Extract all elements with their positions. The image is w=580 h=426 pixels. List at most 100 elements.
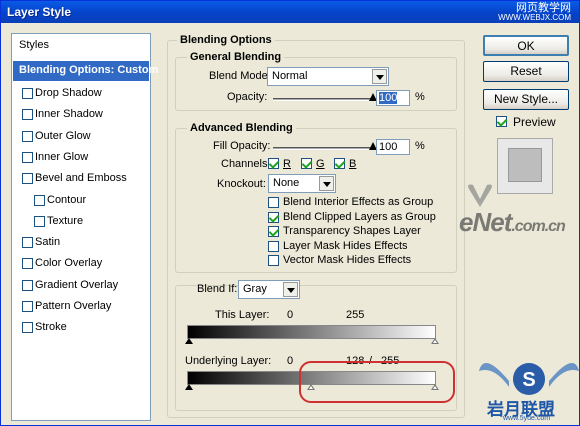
knockout-select[interactable]: None xyxy=(268,174,336,193)
blend-if-select[interactable]: Gray xyxy=(238,280,300,299)
opacity-value: 100 xyxy=(379,92,398,104)
svg-text:S: S xyxy=(522,369,535,391)
style-item[interactable]: Inner Glow xyxy=(13,148,149,168)
style-item[interactable]: Gradient Overlay xyxy=(13,276,149,296)
chevron-down-icon xyxy=(283,282,298,297)
style-item[interactable]: Satin xyxy=(13,233,149,253)
fill-opacity-unit: % xyxy=(415,140,425,152)
style-item-checkbox[interactable] xyxy=(22,109,33,121)
advanced-option-checkbox[interactable] xyxy=(268,240,279,252)
style-item[interactable]: Bevel and Emboss xyxy=(13,169,149,189)
advanced-option-checkbox[interactable] xyxy=(268,211,279,223)
advanced-option-label: Vector Mask Hides Effects xyxy=(283,254,412,266)
fill-opacity-value: 100 xyxy=(379,141,398,153)
blend-if-value: Gray xyxy=(243,283,267,295)
channel-b-label: B xyxy=(349,158,357,170)
reset-button[interactable]: Reset xyxy=(483,61,569,82)
style-item-label: Gradient Overlay xyxy=(35,278,119,291)
this-layer-gradient xyxy=(187,325,436,339)
advanced-option-checkbox[interactable] xyxy=(268,255,279,266)
opacity-unit: % xyxy=(415,91,425,103)
general-blending-title: General Blending xyxy=(187,51,285,63)
fill-opacity-label: Fill Opacity: xyxy=(213,140,271,152)
enet-suffix: .com.cn xyxy=(511,218,565,235)
ok-button[interactable]: OK xyxy=(483,35,569,56)
styles-list: Styles Blending Options: Custom Drop Sha… xyxy=(11,33,158,421)
opacity-input[interactable]: 100 xyxy=(376,90,410,106)
style-item-checkbox[interactable] xyxy=(22,279,33,291)
site-watermark: 网页教学网 WWW.WEBJX.COM xyxy=(498,3,571,23)
advanced-option-checkbox[interactable] xyxy=(268,197,279,208)
opacity-slider-track[interactable] xyxy=(273,98,373,101)
style-item-checkbox[interactable] xyxy=(34,215,45,227)
underlying-low: 0 xyxy=(287,355,294,367)
advanced-option-label: Transparency Shapes Layer xyxy=(283,225,421,237)
chevron-down-icon xyxy=(319,176,334,191)
title-bar[interactable]: Layer Style 网页教学网 WWW.WEBJX.COM xyxy=(1,1,579,23)
this-layer-high: 255 xyxy=(346,309,365,321)
opacity-label: Opacity: xyxy=(227,91,268,103)
style-item-label: Drop Shadow xyxy=(35,87,102,99)
this-layer-black-slider[interactable] xyxy=(185,338,193,344)
knockout-label: Knockout: xyxy=(217,178,266,190)
style-item-checkbox[interactable] xyxy=(22,173,33,185)
watermark-line2: WWW.WEBJX.COM xyxy=(498,13,571,22)
style-item-checkbox[interactable] xyxy=(22,322,33,334)
enet-watermark: eNet.com.cn xyxy=(459,207,566,238)
style-item-label: Pattern Overlay xyxy=(35,300,112,312)
advanced-blending-title: Advanced Blending xyxy=(187,122,296,134)
window-title: Layer Style xyxy=(7,5,72,19)
this-layer-low: 0 xyxy=(287,309,294,321)
channel-r-checkbox[interactable] xyxy=(268,158,279,169)
enet-main: eNet xyxy=(459,207,512,237)
advanced-option-label: Blend Interior Effects as Group xyxy=(283,196,434,208)
this-layer-label: This Layer: xyxy=(215,309,270,321)
knockout-value: None xyxy=(273,177,300,189)
style-item[interactable]: Contour xyxy=(13,191,149,211)
style-item-label: Contour xyxy=(47,193,87,206)
advanced-option-label: Layer Mask Hides Effects xyxy=(283,239,408,252)
styles-header[interactable]: Styles xyxy=(13,36,149,56)
style-item-label: Outer Glow xyxy=(35,129,91,142)
blending-options-label: Blending Options: Custom xyxy=(19,64,159,76)
blending-options-item[interactable]: Blending Options: Custom xyxy=(13,61,158,81)
blend-mode-select[interactable]: Normal xyxy=(267,67,389,86)
preview-checkbox[interactable] xyxy=(496,116,507,127)
channel-g-label: G xyxy=(316,158,325,170)
fill-opacity-slider-track[interactable] xyxy=(273,147,373,150)
advanced-option-checkbox[interactable] xyxy=(268,226,279,237)
style-item-label: Inner Shadow xyxy=(35,108,103,121)
style-item-checkbox[interactable] xyxy=(22,258,33,270)
style-item-label: Texture xyxy=(47,214,84,227)
annotation-highlight xyxy=(299,361,455,403)
blend-mode-value: Normal xyxy=(272,70,308,82)
style-item[interactable]: Drop Shadow xyxy=(13,84,149,104)
watermark-line1: 网页教学网 xyxy=(516,2,571,14)
style-item-checkbox[interactable] xyxy=(34,194,45,206)
preview-swatch xyxy=(508,148,542,182)
styles-header-label: Styles xyxy=(19,39,49,51)
blend-if-label: Blend If: xyxy=(197,283,238,295)
channel-g-checkbox[interactable] xyxy=(301,158,312,169)
style-item-checkbox[interactable] xyxy=(22,130,33,142)
style-item-checkbox[interactable] xyxy=(22,301,33,312)
style-item-checkbox[interactable] xyxy=(22,237,33,249)
style-item-checkbox[interactable] xyxy=(22,88,33,99)
style-item[interactable]: Pattern Overlay xyxy=(13,297,149,317)
style-item-label: Color Overlay xyxy=(35,257,103,270)
this-layer-white-slider[interactable] xyxy=(431,338,439,344)
style-item[interactable]: Texture xyxy=(13,212,149,232)
style-item-label: Satin xyxy=(35,236,61,249)
style-item-checkbox[interactable] xyxy=(22,151,33,163)
new-style-button[interactable]: New Style... xyxy=(483,89,569,110)
style-item[interactable]: Outer Glow xyxy=(13,127,149,147)
underlying-black-slider[interactable] xyxy=(185,384,193,390)
style-item[interactable]: Stroke xyxy=(13,318,149,338)
style-item[interactable]: Inner Shadow xyxy=(13,105,149,125)
fill-opacity-input[interactable]: 100 xyxy=(376,139,410,155)
channels-label: Channels: xyxy=(221,158,271,170)
style-item[interactable]: Color Overlay xyxy=(13,254,149,274)
channel-b-checkbox[interactable] xyxy=(334,158,345,169)
style-item-label: Inner Glow xyxy=(35,150,89,163)
advanced-option-label: Blend Clipped Layers as Group xyxy=(283,210,436,223)
